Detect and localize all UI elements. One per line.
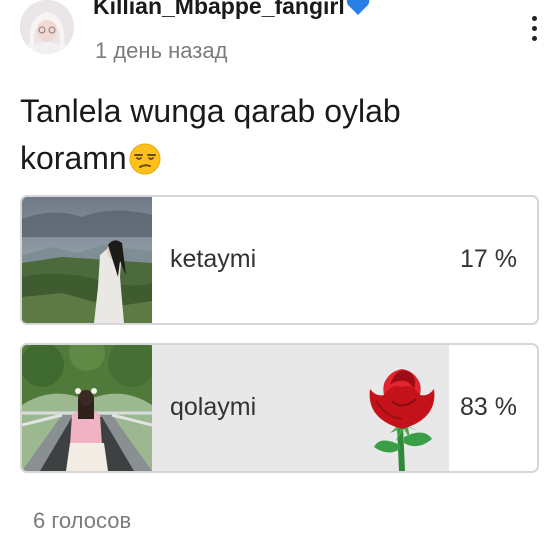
post-body: Tanlela wunga qarab oylab koramn (20, 88, 490, 188)
post-timestamp: 1 день назад (95, 38, 228, 63)
vote-count: 6 голосов (33, 508, 132, 533)
poll-option-2-label: qolaymi (170, 393, 257, 421)
post-view: Killian_Mbappe_fangirl 1 день назад Tanl… (0, 0, 560, 560)
avatar-image (20, 0, 74, 54)
poll-option-1-percent: 17 % (460, 245, 517, 273)
post-text-line2: koramn (20, 140, 127, 176)
poll-option-2[interactable]: qolaymi 83 % (20, 343, 539, 473)
more-options-icon[interactable] (525, 14, 543, 44)
poll-option-1[interactable]: ketaymi 17 % (20, 195, 539, 325)
unamused-face-icon (129, 141, 161, 188)
author-name[interactable]: Killian_Mbappe_fangirl (93, 0, 370, 22)
poll-option-2-percent: 83 % (460, 393, 517, 421)
avatar[interactable] (20, 0, 74, 54)
post-text-line1: Tanlela wunga qarab oylab (20, 93, 401, 129)
poll-option-2-image (22, 345, 152, 471)
red-rose-icon (362, 361, 442, 471)
poll-option-1-image (22, 197, 152, 323)
author-name-text: Killian_Mbappe_fangirl (93, 0, 345, 19)
poll-option-1-label: ketaymi (170, 245, 257, 273)
blue-heart-icon (346, 0, 370, 22)
